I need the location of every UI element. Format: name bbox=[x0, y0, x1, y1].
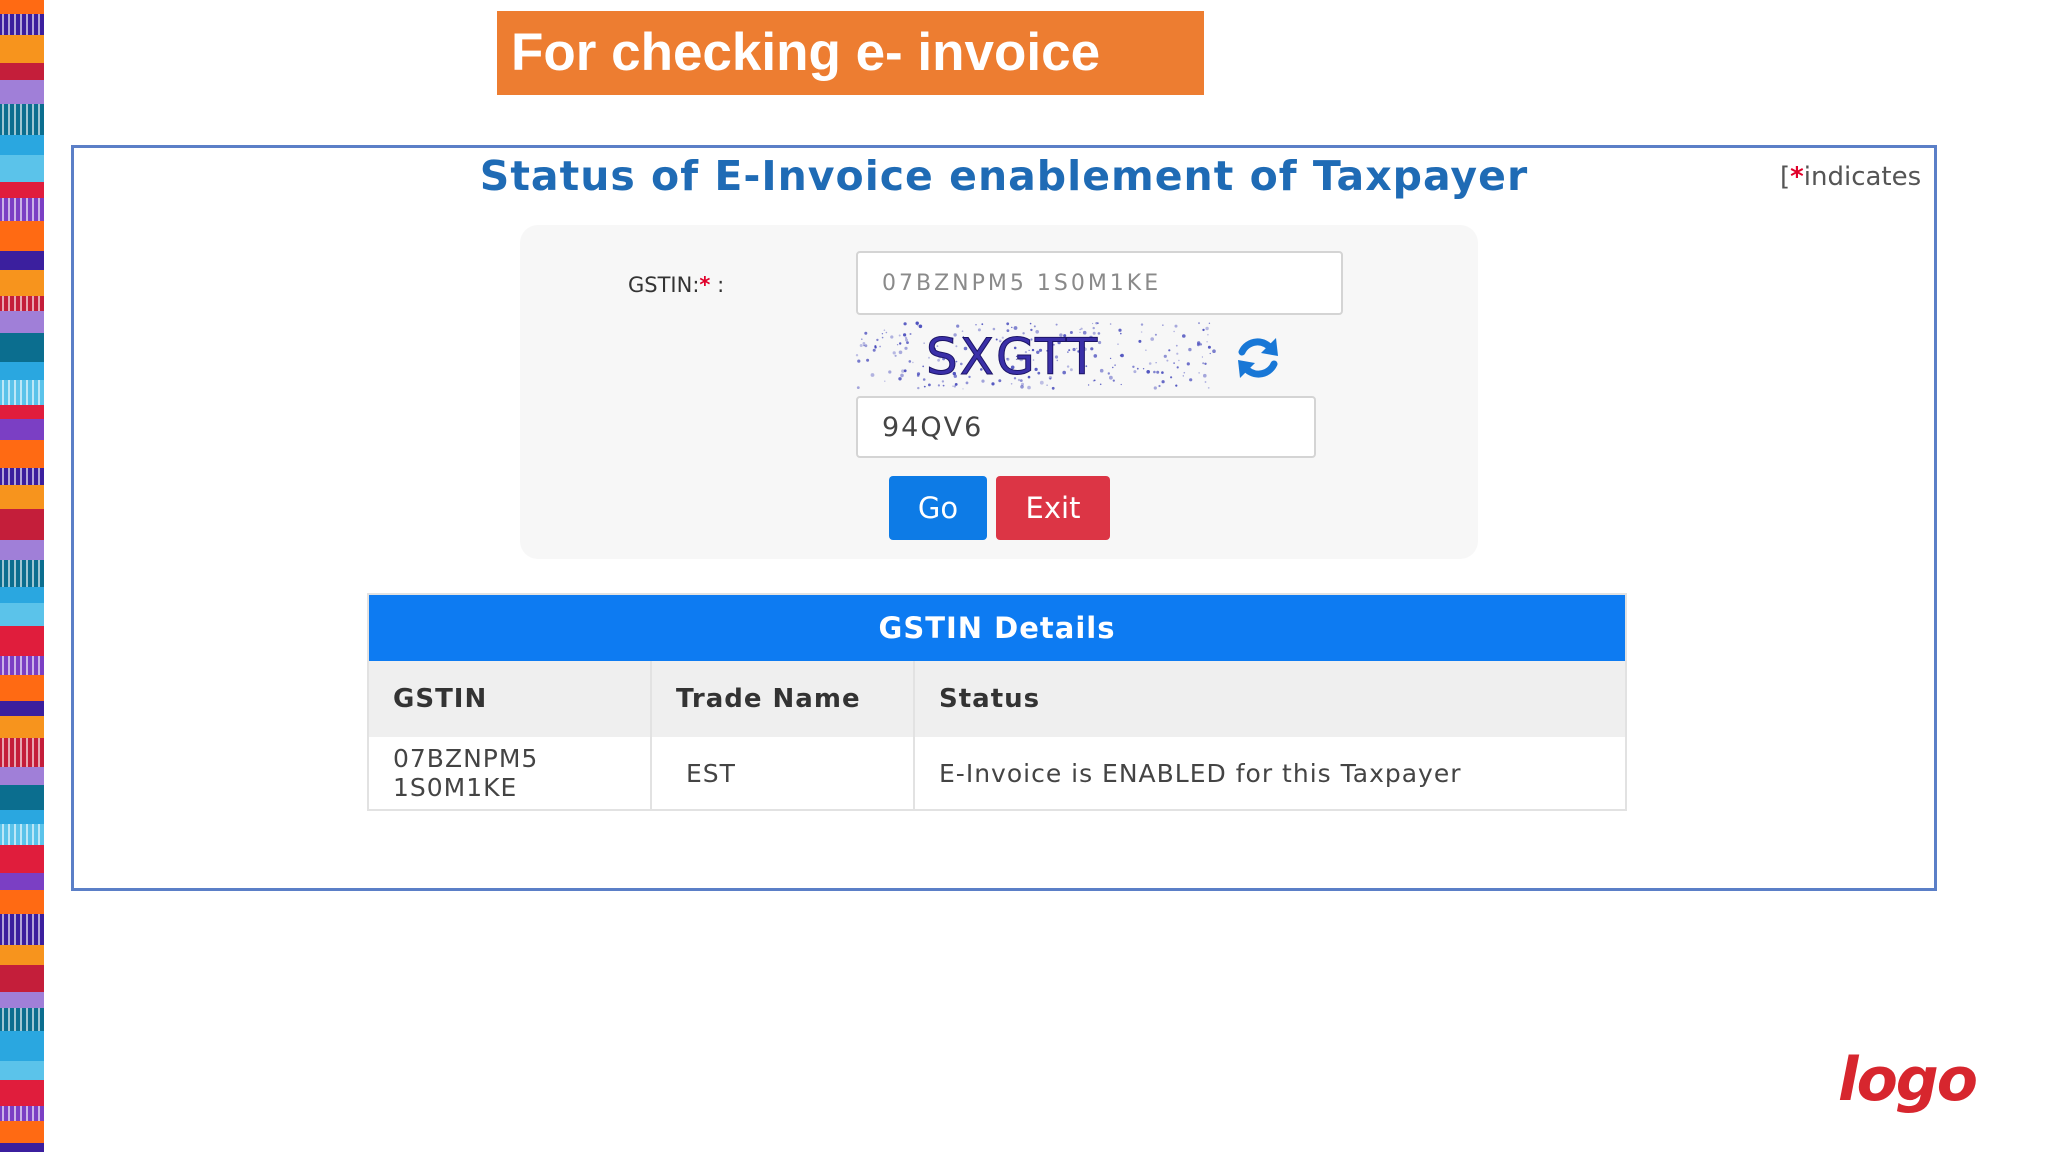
table-row: 07BZNPM5 1S0M1KE EST E-Invoice is ENABLE… bbox=[369, 737, 1625, 809]
required-fields-note: [*indicates bbox=[1780, 162, 1921, 192]
cell-status: E-Invoice is ENABLED for this Taxpayer bbox=[939, 758, 1462, 788]
required-asterisk: * bbox=[1790, 162, 1804, 192]
table-header-row: GSTIN Trade Name Status bbox=[369, 661, 1625, 737]
captcha-text: SXGTT bbox=[926, 328, 1099, 386]
column-header-gstin: GSTIN bbox=[369, 661, 652, 737]
gstin-details-table: GSTIN Details GSTIN Trade Name Status 07… bbox=[367, 593, 1627, 811]
column-header-status: Status bbox=[914, 661, 1625, 737]
decorative-stripe bbox=[0, 0, 44, 1152]
go-button[interactable]: Go bbox=[889, 476, 987, 540]
cell-gstin: 07BZNPM5 1S0M1KE bbox=[369, 737, 652, 809]
required-note-bracket: [ bbox=[1780, 162, 1791, 192]
slide-title: For checking e- invoice bbox=[497, 11, 1204, 95]
einvoice-status-panel: Status of E-Invoice enablement of Taxpay… bbox=[71, 145, 1937, 891]
captcha-image: SXGTT bbox=[855, 321, 1216, 390]
svg-text:logo: logo bbox=[1838, 1050, 1977, 1115]
gstin-label: GSTIN:* : bbox=[628, 273, 724, 297]
gstin-input[interactable]: 07BZNPM5 1S0M1KE bbox=[856, 251, 1343, 315]
panel-title: Status of E-Invoice enablement of Taxpay… bbox=[479, 152, 1529, 200]
gstin-required-asterisk: * bbox=[699, 273, 711, 297]
required-note-text: indicates bbox=[1803, 162, 1922, 192]
refresh-icon[interactable] bbox=[1232, 332, 1284, 384]
gstin-label-text: GSTIN: bbox=[628, 273, 700, 297]
gstin-details-heading: GSTIN Details bbox=[369, 595, 1625, 661]
gstin-label-colon: : bbox=[717, 273, 725, 297]
captcha-input[interactable]: 94QV6 bbox=[856, 396, 1316, 458]
exit-button[interactable]: Exit bbox=[996, 476, 1110, 540]
cell-trade-name: EST bbox=[651, 737, 915, 809]
column-header-trade-name: Trade Name bbox=[651, 661, 915, 737]
logo-brand: logo bbox=[1838, 1050, 1979, 1115]
